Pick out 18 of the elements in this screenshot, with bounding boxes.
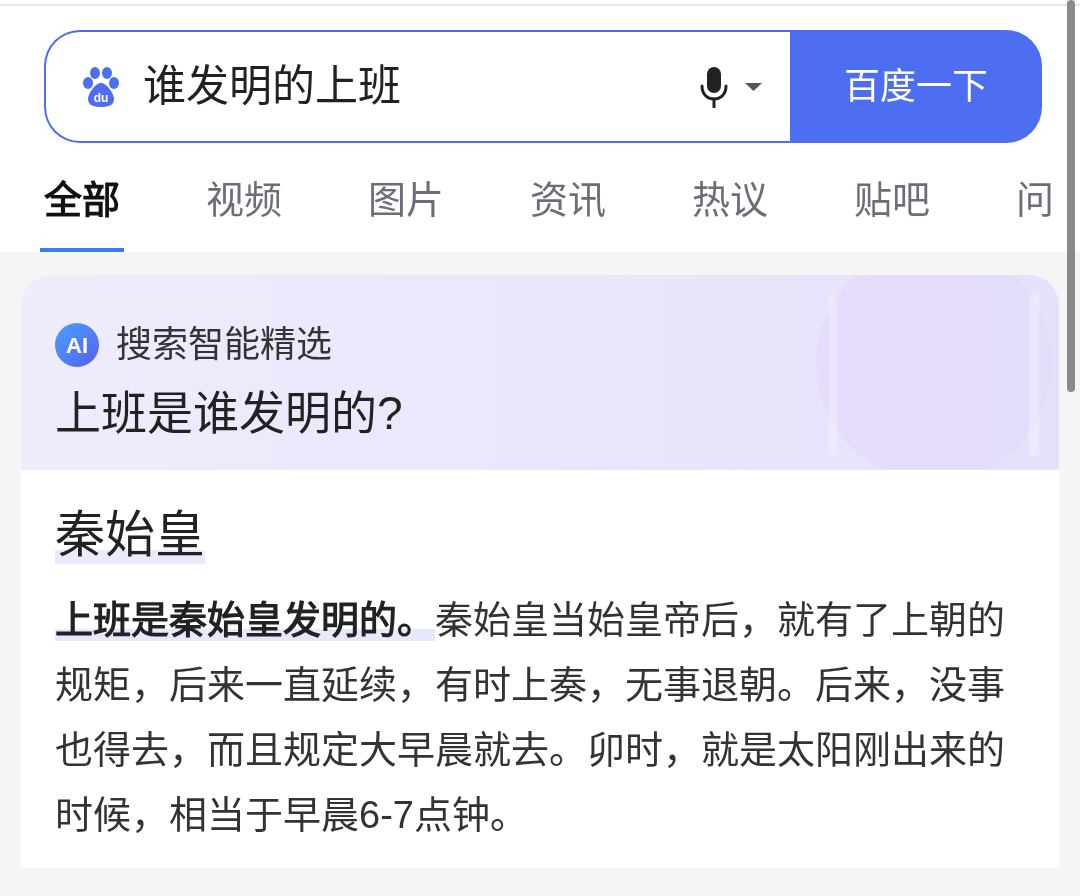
tab[interactable]: 贴吧 xyxy=(850,162,934,252)
tab[interactable]: 问 xyxy=(1012,162,1058,252)
tab[interactable]: 资讯 xyxy=(526,162,610,252)
search-input[interactable]: 谁发明的上班 xyxy=(143,54,700,119)
search-button[interactable]: 百度一下 xyxy=(790,30,1042,143)
source-label: 搜索智能精选 xyxy=(116,323,332,367)
ai-badge: AI xyxy=(55,323,99,367)
tab[interactable]: 视频 xyxy=(202,162,286,252)
search-box[interactable]: du 谁发明的上班 xyxy=(44,30,790,143)
answer-title: 秦始皇 xyxy=(55,506,205,564)
tab[interactable]: 图片 xyxy=(364,162,448,252)
question-title: 上班是谁发明的? xyxy=(55,387,403,439)
scrollbar-thumb[interactable] xyxy=(1067,0,1075,392)
microphone-icon[interactable] xyxy=(700,65,728,108)
caret-icon[interactable] xyxy=(745,82,762,91)
tab[interactable]: 全部 xyxy=(40,162,124,252)
tab[interactable]: 热议 xyxy=(688,162,772,252)
answer-paragraph: 上班是秦始皇发明的。秦始皇当始皇帝后，就有了上朝的规矩，后来一直延续，有时上奏，无事退朝。后来，没事也得去，而且规定大早晨就去。卯时，就是太阳刚出来的时候，相当于早晨6-7点钟。 xyxy=(55,598,1006,838)
